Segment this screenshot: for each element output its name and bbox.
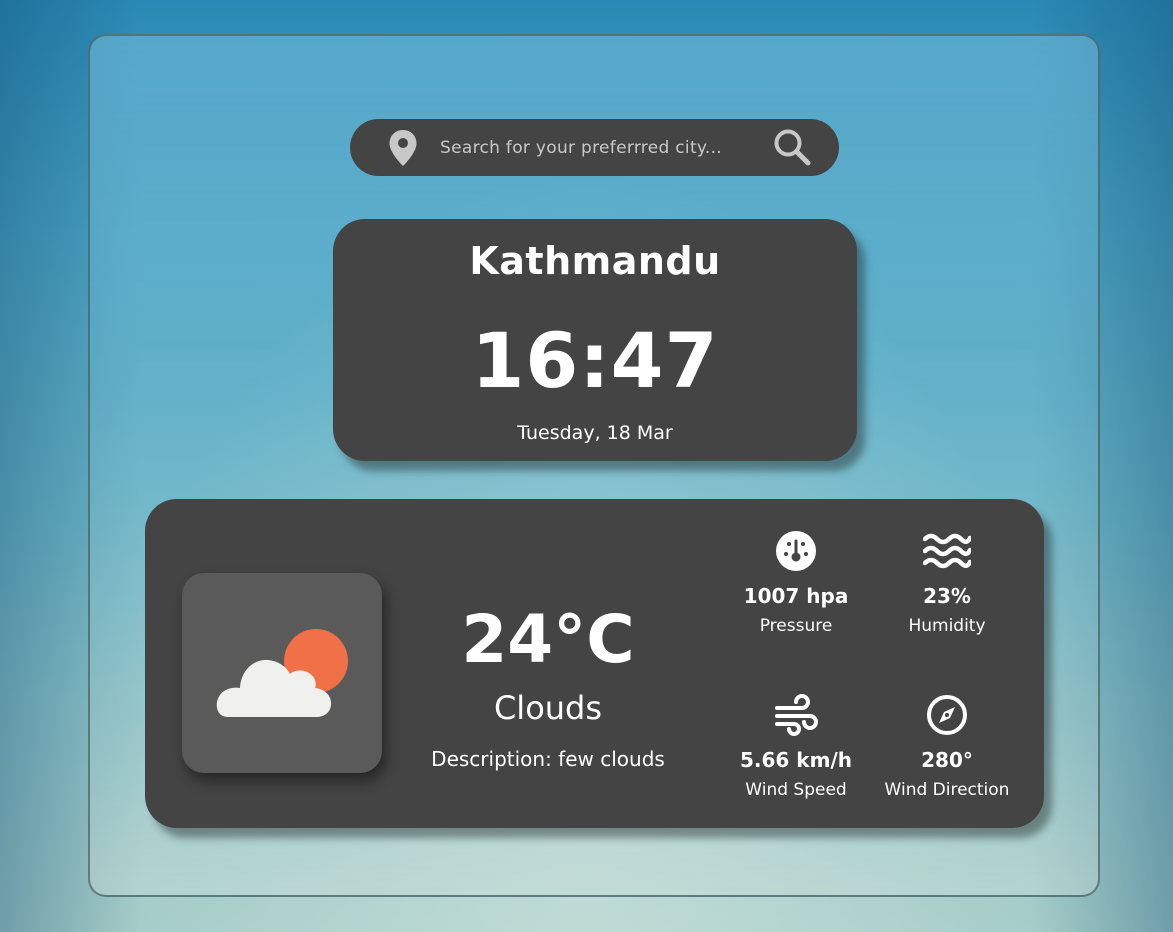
- humidity-stat: 23% Humidity: [867, 530, 1027, 636]
- pressure-stat: 1007 hpa Pressure: [716, 530, 876, 636]
- wind-speed-value: 5.66 km/h: [740, 748, 852, 772]
- weather-condition: Clouds: [493, 689, 603, 727]
- search-bar: [350, 119, 839, 176]
- current-time: 16:47: [471, 316, 719, 405]
- humidity-label: Humidity: [908, 616, 986, 636]
- location-pin-icon[interactable]: [388, 129, 418, 167]
- wind-direction-stat: 280° Wind Direction: [867, 694, 1027, 800]
- compass-icon: [927, 695, 967, 735]
- wind-direction-label: Wind Direction: [884, 780, 1010, 800]
- city-name: Kathmandu: [469, 239, 721, 283]
- search-icon[interactable]: [772, 127, 812, 167]
- search-input[interactable]: [438, 129, 752, 167]
- weather-icon-box: [182, 573, 382, 773]
- wind-direction-value: 280°: [921, 748, 973, 772]
- cloud-sun-icon: [216, 629, 348, 717]
- humidity-value: 23%: [923, 584, 971, 608]
- weather-description: Description: few clouds: [431, 747, 665, 771]
- humidity-waves-icon: [923, 533, 971, 569]
- temperature: 24°C: [461, 601, 635, 678]
- current-date: Tuesday, 18 Mar: [517, 422, 673, 444]
- wind-speed-label: Wind Speed: [745, 780, 847, 800]
- wind-speed-stat: 5.66 km/h Wind Speed: [716, 694, 876, 800]
- wind-icon: [775, 694, 818, 736]
- pressure-gauge-icon: [776, 531, 816, 571]
- weather-card: 24°C Clouds Description: few clouds 1007…: [145, 499, 1044, 828]
- pressure-label: Pressure: [759, 616, 833, 636]
- time-card: Kathmandu 16:47 Tuesday, 18 Mar: [333, 219, 857, 461]
- pressure-value: 1007 hpa: [743, 584, 849, 608]
